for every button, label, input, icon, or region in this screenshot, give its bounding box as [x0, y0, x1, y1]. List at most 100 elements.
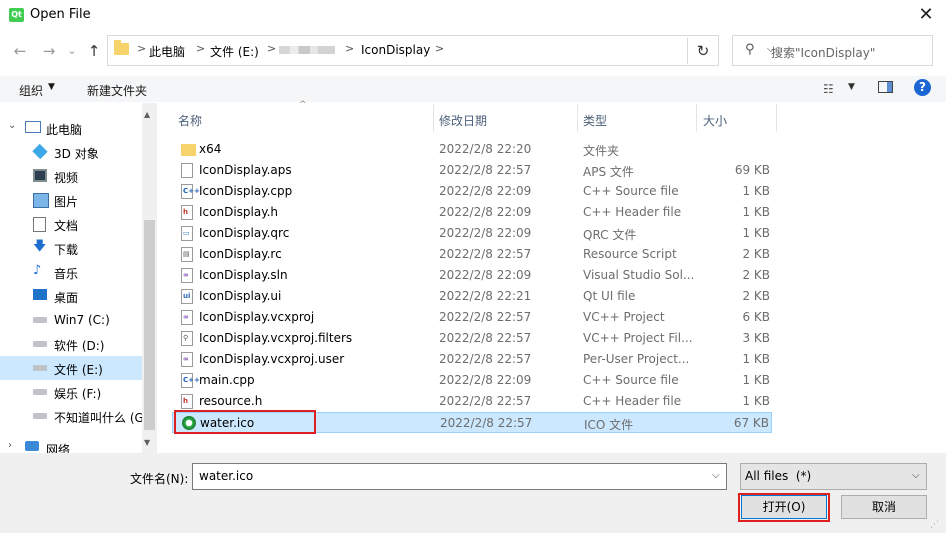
- expand-arrow-icon[interactable]: ›: [8, 440, 12, 451]
- filename-value[interactable]: water.ico: [199, 469, 253, 483]
- sidebar-item[interactable]: 文档: [0, 212, 142, 236]
- drive-icon: [33, 365, 47, 371]
- file-row[interactable]: h resource.h 2022/2/8 22:57 C++ Header file…: [172, 391, 772, 412]
- sidebar-item[interactable]: 文件 (E:): [0, 356, 142, 380]
- header-file-icon: h: [181, 205, 193, 220]
- recent-locations-button[interactable]: ⌄: [60, 40, 84, 64]
- file-row[interactable]: ⚲ IconDisplay.vcxproj.filters 2022/2/8 22:…: [172, 328, 772, 349]
- sidebar-item[interactable]: Win7 (C:): [0, 308, 142, 332]
- file-row[interactable]: ui IconDisplay.ui 2022/2/8 22:21 Qt UI file…: [172, 286, 772, 307]
- chevron-down-icon[interactable]: ⌵: [712, 470, 720, 481]
- file-row[interactable]: IconDisplay.aps 2022/2/8 22:57 APS 文件 69 KB: [172, 160, 772, 181]
- sidebar-item[interactable]: 软件 (D:): [0, 332, 142, 356]
- refresh-button[interactable]: ↻: [687, 38, 718, 64]
- file-row[interactable]: ▤ IconDisplay.rc 2022/2/8 22:57 Resource Sc…: [172, 244, 772, 265]
- file-size: 1 KB: [742, 226, 770, 240]
- file-type-glyph: ▭: [183, 229, 190, 237]
- caret-down-icon[interactable]: ▼: [848, 82, 855, 92]
- file-name: IconDisplay.qrc: [199, 226, 290, 240]
- cancel-button[interactable]: 取消: [841, 495, 927, 519]
- computer-icon: [25, 121, 41, 133]
- address-bar[interactable]: > 此电脑 > 文件 (E:) > > IconDisplay > ⌵: [107, 35, 775, 66]
- column-divider[interactable]: [433, 104, 434, 132]
- filename-input[interactable]: water.ico ⌵: [192, 463, 727, 490]
- column-header-type[interactable]: 类型: [583, 112, 607, 129]
- breadcrumb-icondisplay[interactable]: IconDisplay: [361, 43, 430, 57]
- close-button[interactable]: ✕: [906, 0, 946, 32]
- file-name: IconDisplay.vcxproj.user: [199, 352, 345, 366]
- forward-button[interactable]: →: [37, 40, 61, 64]
- chevron-down-icon[interactable]: ⌵: [912, 470, 920, 481]
- file-type-glyph: ∞: [183, 271, 189, 279]
- file-modified-date: 2022/2/8 22:21: [439, 289, 532, 303]
- organize-button[interactable]: 组织: [19, 82, 43, 99]
- column-header-size[interactable]: 大小: [703, 112, 727, 129]
- column-divider[interactable]: [776, 104, 777, 132]
- file-name: IconDisplay.cpp: [199, 184, 293, 198]
- file-row[interactable]: ∞ IconDisplay.vcxproj 2022/2/8 22:57 VC++ P…: [172, 307, 772, 328]
- sidebar-item[interactable]: 娱乐 (F:): [0, 380, 142, 404]
- file-name: IconDisplay.rc: [199, 247, 282, 261]
- column-divider[interactable]: [696, 104, 697, 132]
- sidebar-item-label: 桌面: [54, 291, 79, 305]
- column-header-name[interactable]: 名称: [178, 112, 202, 129]
- 3d-objects-icon: [32, 143, 48, 160]
- file-modified-date: 2022/2/8 22:57: [439, 310, 532, 324]
- annotation-highlight-box: [738, 493, 830, 522]
- search-input[interactable]: ⚲ 搜索"IconDisplay": [732, 35, 933, 66]
- qt-logo-icon: Qt: [9, 8, 24, 22]
- back-button[interactable]: ←: [8, 40, 32, 64]
- file-type-glyph: ∞: [183, 313, 189, 321]
- file-modified-date: 2022/2/8 22:57: [439, 352, 532, 366]
- file-type-glyph: h: [183, 208, 188, 216]
- filetype-select[interactable]: All files (*) ⌵: [740, 463, 927, 490]
- breadcrumb-separator: >: [435, 42, 445, 55]
- file-modified-date: 2022/2/8 22:57: [439, 331, 532, 345]
- ui-file-icon: ui: [181, 289, 193, 304]
- sidebar-item[interactable]: ♪ 音乐: [0, 260, 142, 284]
- file-row[interactable]: C++ IconDisplay.cpp 2022/2/8 22:09 C++ Sour…: [172, 181, 772, 202]
- file-row[interactable]: C++ main.cpp 2022/2/8 22:09 C++ Source file…: [172, 370, 772, 391]
- sidebar-scrollbar-thumb[interactable]: [144, 220, 155, 430]
- file-size: 67 KB: [733, 416, 769, 430]
- navigation-pane: ⌄ 此电脑 3D 对象 视频 图片 文档 🡇 下载 ♪ 音乐桌面 Win7 (C:) 软件 (D:) 文…: [0, 103, 157, 457]
- file-row[interactable]: ∞ IconDisplay.vcxproj.user 2022/2/8 22:57 P…: [172, 349, 772, 370]
- help-icon[interactable]: ?: [914, 79, 931, 96]
- file-icon: [181, 163, 193, 178]
- preview-pane-icon[interactable]: [878, 81, 893, 93]
- file-row[interactable]: h IconDisplay.h 2022/2/8 22:09 C++ Header f…: [172, 202, 772, 223]
- sidebar-item[interactable]: 图片: [0, 188, 142, 212]
- sidebar-item[interactable]: 视频: [0, 164, 142, 188]
- file-type: 文件夹: [583, 144, 620, 158]
- breadcrumb-drive-e[interactable]: 文件 (E:): [210, 43, 259, 60]
- expand-arrow-icon[interactable]: ⌄: [8, 120, 16, 131]
- network-icon: [25, 441, 39, 451]
- file-row[interactable]: ▭ IconDisplay.qrc 2022/2/8 22:09 QRC 文件 1 KB: [172, 223, 772, 244]
- file-row[interactable]: ∞ IconDisplay.sln 2022/2/8 22:09 Visual Stu…: [172, 265, 772, 286]
- file-type: Per-User Project...: [583, 352, 690, 366]
- file-type-glyph: ∞: [183, 355, 189, 363]
- sidebar-item[interactable]: 3D 对象: [0, 140, 142, 164]
- search-icon: ⚲: [745, 42, 755, 57]
- file-name: x64: [199, 142, 222, 156]
- scroll-down-arrow[interactable]: ▼: [144, 438, 150, 447]
- sidebar-item[interactable]: ⌄ 此电脑: [0, 116, 142, 140]
- desktop-icon: [33, 289, 47, 300]
- view-options-icon[interactable]: ☷: [823, 82, 834, 96]
- breadcrumb-separator: >: [137, 42, 147, 55]
- new-folder-button[interactable]: 新建文件夹: [87, 82, 147, 99]
- scroll-up-arrow[interactable]: ▲: [144, 110, 150, 119]
- sidebar-item[interactable]: 桌面: [0, 284, 142, 308]
- title-bar: Qt Open File ✕: [0, 0, 946, 32]
- column-header-date[interactable]: 修改日期: [439, 112, 487, 129]
- file-modified-date: 2022/2/8 22:09: [439, 226, 532, 240]
- resize-grip-icon[interactable]: ⋰: [930, 520, 939, 530]
- file-row[interactable]: x64 2022/2/8 22:20 文件夹: [172, 139, 772, 160]
- file-type: C++ Header file: [583, 394, 682, 408]
- sidebar-item[interactable]: 🡇 下载: [0, 236, 142, 260]
- file-name: IconDisplay.vcxproj.filters: [199, 331, 353, 345]
- column-divider[interactable]: [577, 104, 578, 132]
- up-button[interactable]: ↑: [82, 40, 106, 64]
- breadcrumb-this-pc[interactable]: 此电脑: [149, 43, 185, 60]
- sidebar-item[interactable]: 不知道叫什么 (G: [0, 404, 144, 428]
